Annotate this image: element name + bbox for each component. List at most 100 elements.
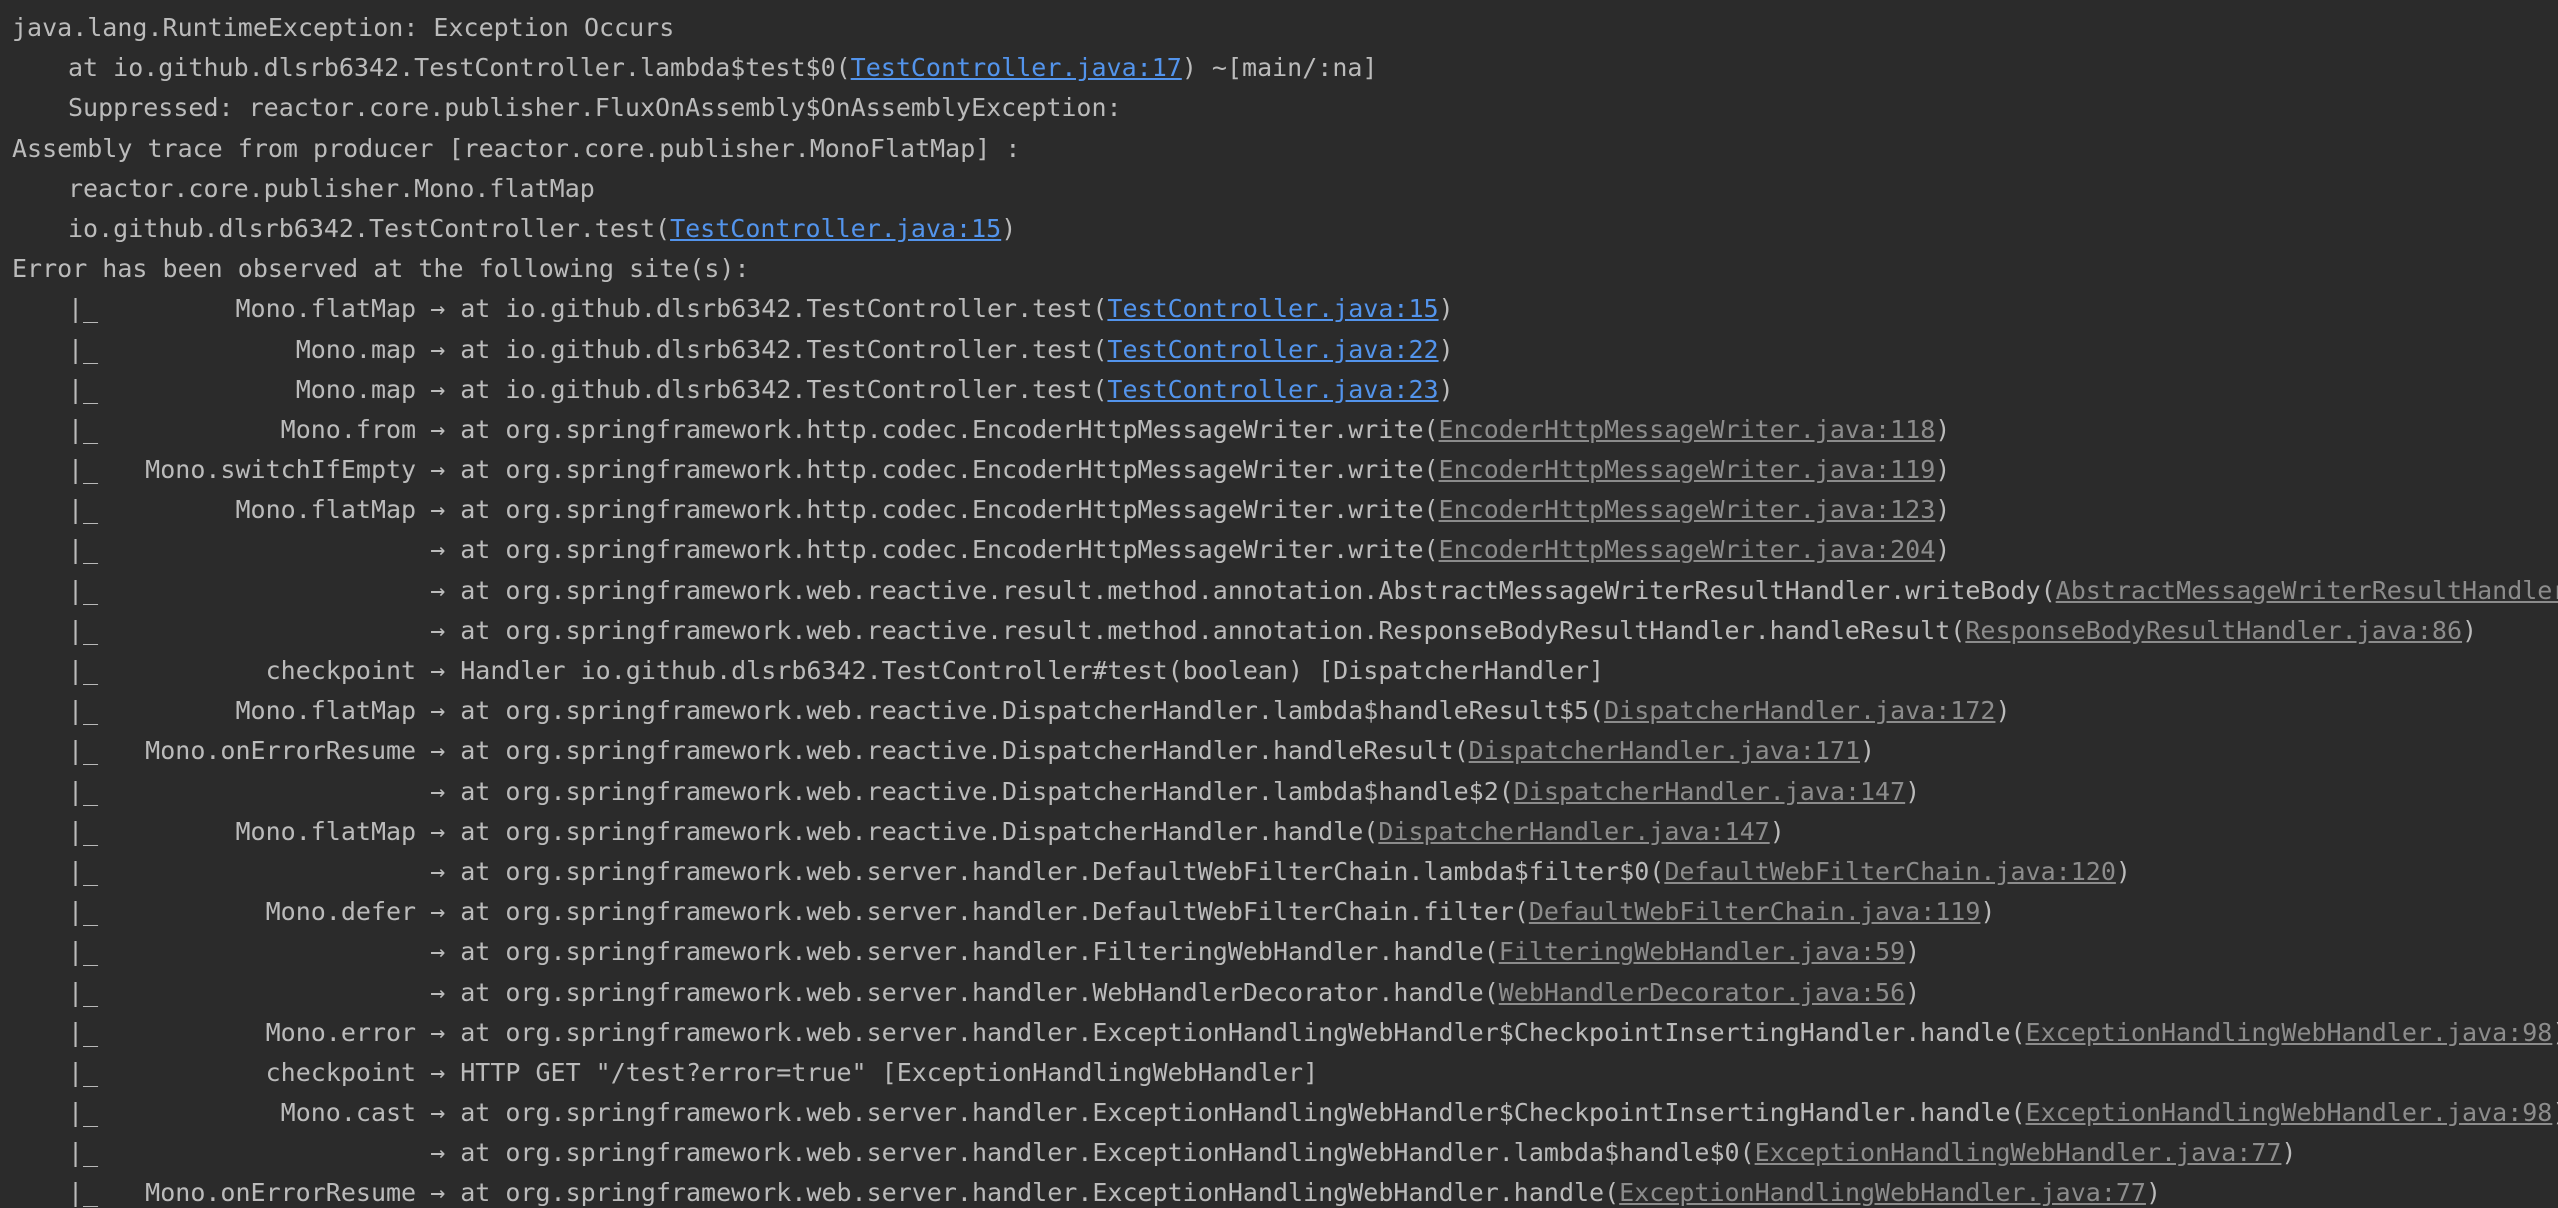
source-link[interactable]: ExceptionHandlingWebHandler.java:98: [2026, 1093, 2553, 1133]
source-link[interactable]: DispatcherHandler.java:147: [1514, 772, 1905, 812]
trace-row: |_ Mono.flatMap → at org.springframework.w…: [12, 691, 2558, 731]
source-link[interactable]: DispatcherHandler.java:171: [1469, 731, 1860, 771]
source-link[interactable]: DefaultWebFilterChain.java:120: [1664, 852, 2116, 892]
trace-operator: Mono.cast: [280, 1098, 417, 1128]
trace-location: → at org.springframework.web.server.hand…: [430, 897, 1529, 927]
trace-pipe: |_: [68, 696, 99, 726]
trace-operator: Mono.switchIfEmpty: [145, 455, 417, 485]
trace-pipe: |_: [68, 575, 99, 605]
line-suffix: ) ~[main/:na]: [1181, 53, 1378, 83]
line-suffix: ): [1438, 374, 1454, 404]
source-link[interactable]: ExceptionHandlingWebHandler.java:98: [2026, 1013, 2553, 1053]
trace-operator: Mono.flatMap: [235, 696, 417, 726]
trace-pipe: |_: [68, 334, 99, 364]
line-suffix: ): [1905, 937, 1921, 967]
source-link[interactable]: ExceptionHandlingWebHandler.java:77: [1619, 1173, 2146, 1208]
source-link[interactable]: DefaultWebFilterChain.java:119: [1529, 892, 1981, 932]
line-suffix: ): [1935, 495, 1951, 525]
line-suffix: ): [1860, 736, 1876, 766]
trace-operator: Mono.flatMap: [235, 495, 417, 525]
console-line: Error has been observed at the following…: [12, 249, 2558, 289]
line-suffix: ): [2462, 615, 2478, 645]
line-suffix: ): [2115, 856, 2131, 886]
trace-location: → Handler io.github.dlsrb6342.TestContro…: [430, 656, 1605, 685]
line-suffix: ): [2552, 1093, 2558, 1133]
trace-location: → at org.springframework.http.codec.Enco…: [430, 414, 1439, 444]
line-suffix: ): [1438, 294, 1454, 324]
trace-pipe: |_: [68, 535, 99, 565]
source-link[interactable]: DispatcherHandler.java:147: [1378, 812, 1769, 852]
trace-row: |_ Mono.flatMap → at org.springframework.h…: [12, 490, 2558, 530]
trace-row: |_ → at org.springframework.web.server.ha…: [12, 852, 2558, 892]
trace-row: |_ Mono.from → at org.springframework.http…: [12, 410, 2558, 450]
trace-row: |_ → at org.springframework.web.reactive.…: [12, 772, 2558, 812]
line-text: Assembly trace from producer [reactor.co…: [12, 133, 1021, 163]
source-link[interactable]: DispatcherHandler.java:172: [1604, 691, 1995, 731]
trace-location: → at io.github.dlsrb6342.TestController.…: [430, 374, 1108, 404]
trace-pipe: |_: [68, 615, 99, 645]
trace-row: |_ → at org.springframework.web.server.ha…: [12, 1133, 2558, 1173]
trace-pipe: |_: [68, 937, 99, 967]
trace-location: → at org.springframework.http.codec.Enco…: [430, 455, 1439, 485]
trace-location: → at org.springframework.web.server.hand…: [430, 1178, 1620, 1208]
trace-pipe: |_: [68, 1178, 99, 1208]
source-link[interactable]: EncoderHttpMessageWriter.java:118: [1439, 410, 1936, 450]
line-text: io.github.dlsrb6342.TestController.test(: [68, 213, 671, 243]
line-suffix: ): [1905, 776, 1921, 806]
trace-row: |_ Mono.switchIfEmpty → at org.springframe…: [12, 450, 2558, 490]
source-link[interactable]: EncoderHttpMessageWriter.java:119: [1439, 450, 1936, 490]
trace-operator: checkpoint: [265, 656, 417, 685]
trace-pipe: |_: [68, 374, 99, 404]
source-link[interactable]: TestController.java:22: [1107, 330, 1438, 370]
line-suffix: ): [1769, 816, 1785, 846]
line-suffix: ): [2145, 1178, 2162, 1208]
trace-location: → at org.springframework.web.server.hand…: [430, 1017, 2026, 1047]
trace-row: |_ Mono.onErrorResume → at org.springframe…: [12, 1173, 2558, 1208]
trace-location: → at org.springframework.web.reactive.re…: [430, 615, 1966, 645]
line-suffix: ): [1935, 535, 1951, 565]
trace-pipe: |_: [68, 856, 99, 886]
line-text: reactor.core.publisher.Mono.flatMap: [68, 173, 595, 203]
source-link[interactable]: TestController.java:23: [1107, 370, 1438, 410]
line-text: at io.github.dlsrb6342.TestController.la…: [68, 53, 851, 83]
trace-location: → at org.springframework.http.codec.Enco…: [430, 495, 1439, 525]
trace-row: |_ checkpoint → HTTP GET "/test?error=true…: [12, 1053, 2558, 1093]
console-line: java.lang.RuntimeException: Exception Oc…: [12, 8, 2558, 48]
source-link[interactable]: ResponseBodyResultHandler.java:86: [1965, 611, 2462, 651]
trace-location: → at org.springframework.http.codec.Enco…: [430, 535, 1439, 565]
trace-pipe: |_: [68, 1057, 99, 1087]
trace-location: → at org.springframework.web.server.hand…: [430, 977, 1499, 1007]
trace-pipe: |_: [68, 1017, 99, 1047]
source-link[interactable]: EncoderHttpMessageWriter.java:204: [1439, 530, 1936, 570]
source-link[interactable]: TestController.java:17: [851, 48, 1182, 88]
trace-pipe: |_: [68, 977, 99, 1007]
line-text: Error has been observed at the following…: [12, 254, 750, 284]
source-link[interactable]: ExceptionHandlingWebHandler.java:77: [1755, 1133, 2282, 1173]
trace-pipe: |_: [68, 495, 99, 525]
source-link[interactable]: EncoderHttpMessageWriter.java:123: [1439, 490, 1936, 530]
trace-location: → at org.springframework.web.reactive.Di…: [430, 696, 1605, 726]
trace-location: → at org.springframework.web.server.hand…: [430, 937, 1499, 967]
trace-pipe: |_: [68, 455, 99, 485]
line-text: java.lang.RuntimeException: Exception Oc…: [12, 13, 675, 42]
trace-location: → HTTP GET "/test?error=true" [Exception…: [430, 1057, 1319, 1087]
line-suffix: ): [1980, 897, 1996, 927]
source-link[interactable]: TestController.java:15: [1107, 289, 1438, 329]
console-line: reactor.core.publisher.Mono.flatMap: [12, 169, 2558, 209]
line-suffix: ): [1001, 213, 1017, 243]
trace-pipe: |_: [68, 816, 99, 846]
console-line: io.github.dlsrb6342.TestController.test(…: [12, 209, 2558, 249]
trace-row: |_ Mono.flatMap → at io.github.dlsrb6342.T…: [12, 289, 2558, 329]
trace-operator: Mono.from: [280, 414, 417, 444]
trace-row: |_ → at org.springframework.http.codec.En…: [12, 530, 2558, 570]
source-link[interactable]: TestController.java:15: [670, 209, 1001, 249]
trace-location: → at org.springframework.web.reactive.re…: [430, 575, 2056, 605]
source-link[interactable]: AbstractMessageWriterResultHandler.java:…: [2056, 571, 2558, 611]
source-link[interactable]: FilteringWebHandler.java:59: [1499, 932, 1905, 972]
trace-pipe: |_: [68, 897, 99, 927]
trace-row: |_ → at org.springframework.web.reactive.…: [12, 611, 2558, 651]
trace-row: |_ → at org.springframework.web.server.ha…: [12, 932, 2558, 972]
trace-operator: Mono.defer: [265, 897, 417, 927]
line-suffix: ): [2281, 1138, 2297, 1168]
source-link[interactable]: WebHandlerDecorator.java:56: [1499, 973, 1905, 1013]
